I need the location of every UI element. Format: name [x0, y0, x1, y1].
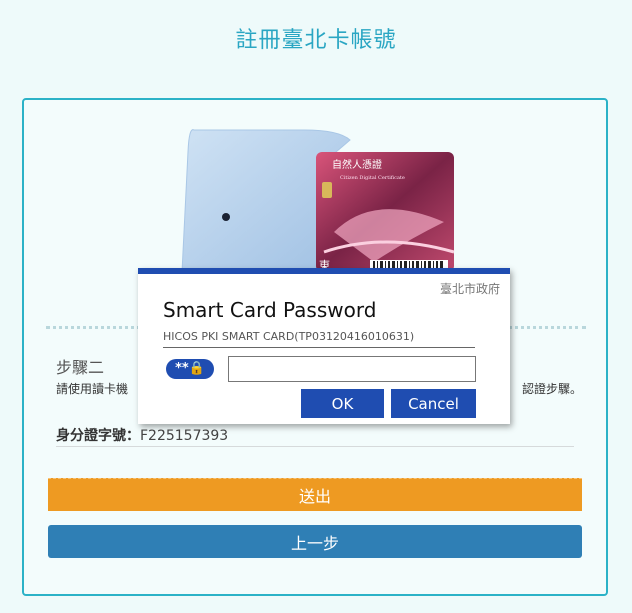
previous-step-button[interactable]: 上一步: [48, 525, 582, 558]
id-number-value: F225157393: [140, 428, 229, 444]
pin-lock-icon: **🔒: [166, 359, 214, 379]
cancel-button[interactable]: Cancel: [391, 389, 476, 418]
svg-text:自然人憑證: 自然人憑證: [332, 158, 382, 171]
page-title: 註冊臺北卡帳號: [235, 28, 397, 53]
dialog-organization: 臺北市政府: [439, 282, 500, 296]
chip-icon: [322, 182, 332, 198]
dialog-title: Smart Card Password: [163, 298, 377, 322]
submit-button[interactable]: 送出: [48, 478, 582, 511]
step-description-start: 請使用讀卡機: [56, 382, 129, 396]
pin-input[interactable]: [228, 356, 476, 382]
svg-text:Citizen Digital Certificate: Citizen Digital Certificate: [340, 175, 405, 181]
step-title: 步驟二: [56, 358, 105, 377]
dialog-card-id: HICOS PKI SMART CARD(TP03120416010631): [163, 330, 475, 348]
step-description-end: 認證步驟。: [522, 382, 583, 396]
smart-card-password-dialog: 臺北市政府 Smart Card Password HICOS PKI SMAR…: [138, 268, 510, 424]
id-number-label: 身分證字號：: [56, 428, 140, 444]
id-number-row: 身分證字號：F225157393: [56, 425, 574, 447]
ok-button[interactable]: OK: [301, 389, 384, 418]
